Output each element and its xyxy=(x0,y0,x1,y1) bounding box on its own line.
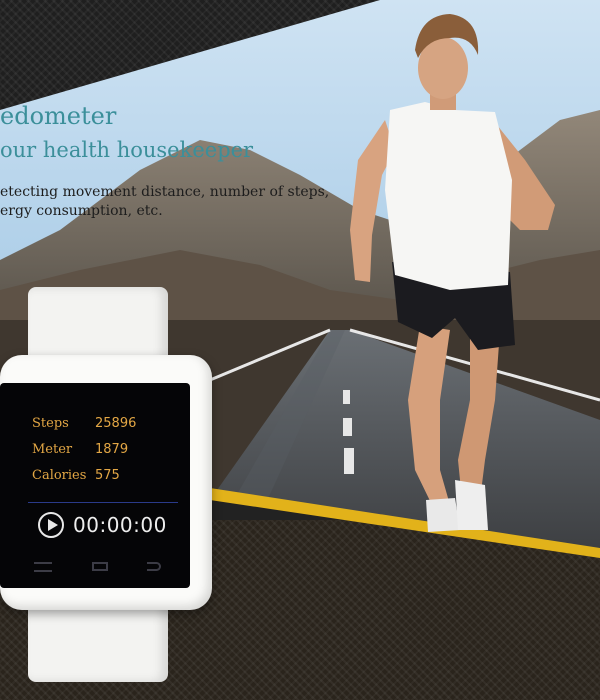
stat-label-meter: Meter xyxy=(32,442,73,457)
play-icon[interactable] xyxy=(38,512,64,538)
back-icon[interactable] xyxy=(147,562,161,571)
stat-label-steps: Steps xyxy=(32,416,69,431)
stat-value-calories: 575 xyxy=(95,468,120,483)
menu-icon[interactable] xyxy=(34,562,52,572)
watch-strap-bottom xyxy=(28,600,168,682)
home-icon[interactable] xyxy=(92,562,108,571)
subheadline: our health housekeeper xyxy=(0,138,254,162)
stat-value-meter: 1879 xyxy=(95,442,129,457)
feature-description: etecting movement distance, number of st… xyxy=(0,183,329,221)
stopwatch-timer: 00:00:00 xyxy=(73,513,167,537)
stat-value-steps: 25896 xyxy=(95,416,137,431)
headline: edometer xyxy=(0,102,117,130)
description-line-2: ergy consumption, etc. xyxy=(0,203,163,219)
watch-screen xyxy=(0,383,190,588)
screen-divider xyxy=(28,502,178,503)
promo-banner: edometer our health housekeeper etecting… xyxy=(0,0,600,700)
stat-label-calories: Calories xyxy=(32,468,87,483)
description-line-1: etecting movement distance, number of st… xyxy=(0,184,330,200)
